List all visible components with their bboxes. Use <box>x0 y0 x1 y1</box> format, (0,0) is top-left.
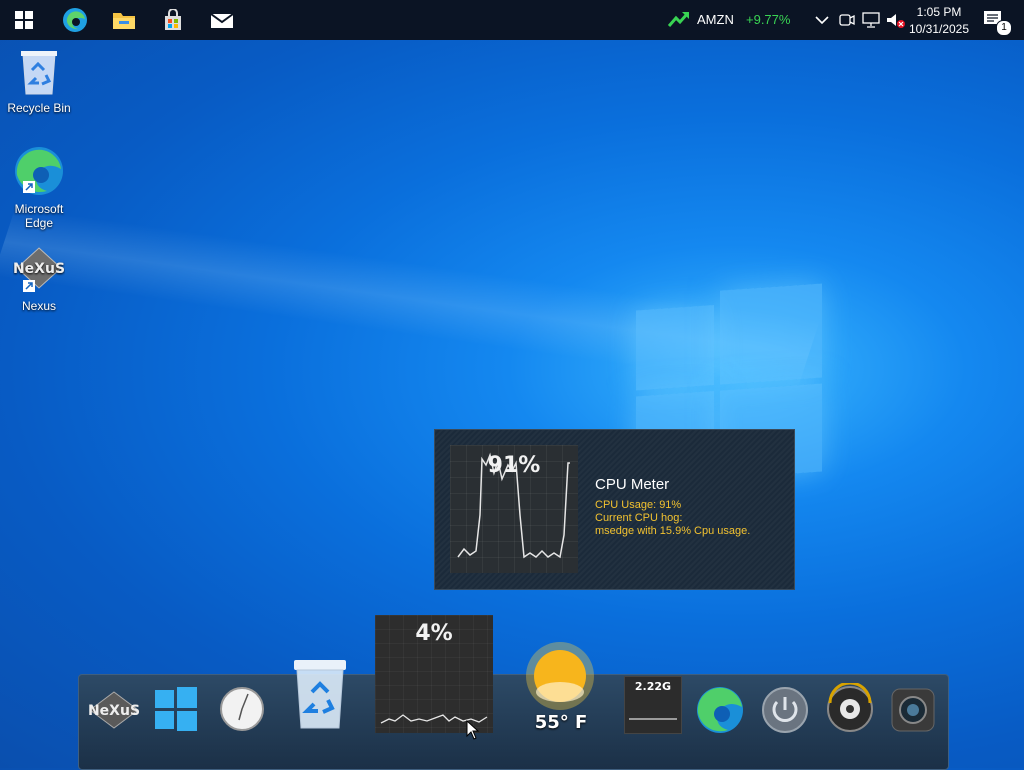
power-icon <box>762 687 808 733</box>
clock[interactable]: 1:05 PM 10/31/2025 <box>908 4 970 38</box>
desktop-icon-recycle-bin[interactable]: Recycle Bin <box>4 48 74 115</box>
taskbar: AMZN +9.77% 1:05 PM 10/31/2025 1 <box>0 0 1024 40</box>
network-icon <box>862 12 880 28</box>
dock-item-memory[interactable]: 2.22G <box>624 676 682 734</box>
cpu-usage-text: CPU Usage: 91% <box>595 499 682 511</box>
cpu-hog-label: Current CPU hog: <box>595 512 683 524</box>
clock-icon <box>220 687 264 731</box>
desktop-icon-nexus[interactable]: NeXuS Nexus <box>4 246 74 313</box>
cpu-meter-tooltip: 91% CPU Meter CPU Usage: 91% Current CPU… <box>434 429 795 590</box>
clock-time: 1:05 PM <box>916 5 962 19</box>
cpu-usage-graph: 91% <box>450 445 578 573</box>
clock-date: 10/31/2025 <box>908 22 970 36</box>
dock-item-clock[interactable] <box>217 684 267 734</box>
action-center-button[interactable]: 1 <box>980 6 1012 36</box>
taskbar-edge-button[interactable] <box>61 6 89 34</box>
show-hidden-icons-button[interactable] <box>810 6 834 34</box>
cpu-percent: 91% <box>487 453 541 478</box>
dock-item-cpu-meter[interactable]: 4% <box>375 615 493 733</box>
notification-badge: 1 <box>996 20 1012 36</box>
recycle-bin-icon <box>294 660 346 729</box>
weather-temperature: 55° F <box>534 712 588 733</box>
dock-item-power[interactable] <box>759 684 811 736</box>
dock-item-windows[interactable] <box>151 684 201 734</box>
mail-icon <box>210 13 234 28</box>
dock-item-recycle-bin[interactable] <box>289 658 351 730</box>
memory-graph <box>629 718 677 720</box>
stock-up-icon <box>667 12 690 27</box>
dock-item-weather[interactable] <box>510 640 606 718</box>
desktop-icon-microsoft-edge[interactable]: Microsoft Edge <box>4 145 74 230</box>
recycle-bin-icon <box>21 51 57 95</box>
chevron-down-icon <box>815 16 829 25</box>
stock-change: +9.77% <box>746 12 791 27</box>
cpu-meter-title: CPU Meter <box>595 476 670 493</box>
desktop-icon-label: Microsoft Edge <box>14 202 64 230</box>
edge-icon <box>15 147 63 195</box>
edge-icon <box>697 687 743 733</box>
store-icon <box>165 9 181 30</box>
dock-item-nexus[interactable]: NeXuS <box>88 684 140 736</box>
desktop-icon-label: Recycle Bin <box>7 101 71 115</box>
volume-muted-icon <box>887 14 905 28</box>
cpu-hog-detail: msedge with 15.9% Cpu usage. <box>595 525 751 537</box>
desktop-icon-label: Nexus <box>21 299 56 313</box>
taskbar-store-button[interactable] <box>159 6 187 34</box>
nexus-icon: NeXuS <box>13 247 65 292</box>
audio-speaker-icon <box>827 683 873 732</box>
svg-text:NeXuS: NeXuS <box>88 703 140 719</box>
volume-button[interactable] <box>884 6 906 34</box>
camera-icon <box>891 688 935 732</box>
windows-icon <box>15 11 33 29</box>
network-button[interactable] <box>860 6 882 34</box>
folder-icon <box>113 13 135 29</box>
edge-icon <box>63 8 87 32</box>
dock-item-edge[interactable] <box>694 684 746 736</box>
cpu-usage-graph <box>380 714 488 724</box>
meet-now-button[interactable] <box>836 6 858 34</box>
taskbar-mail-button[interactable] <box>208 6 236 34</box>
taskbar-file-explorer-button[interactable] <box>110 6 138 34</box>
mouse-cursor-icon <box>466 720 480 740</box>
start-button[interactable] <box>10 6 38 34</box>
nexus-logo-icon: NeXuS <box>88 691 140 729</box>
dock-item-camera[interactable] <box>887 684 939 736</box>
stock-ticker[interactable] <box>667 10 690 33</box>
stock-symbol: AMZN <box>697 12 734 27</box>
windows-icon <box>155 687 197 731</box>
weather-icon <box>526 642 594 710</box>
dock-item-audio[interactable] <box>823 682 877 736</box>
camera-share-icon <box>839 14 855 26</box>
svg-text:NeXuS: NeXuS <box>13 261 65 277</box>
